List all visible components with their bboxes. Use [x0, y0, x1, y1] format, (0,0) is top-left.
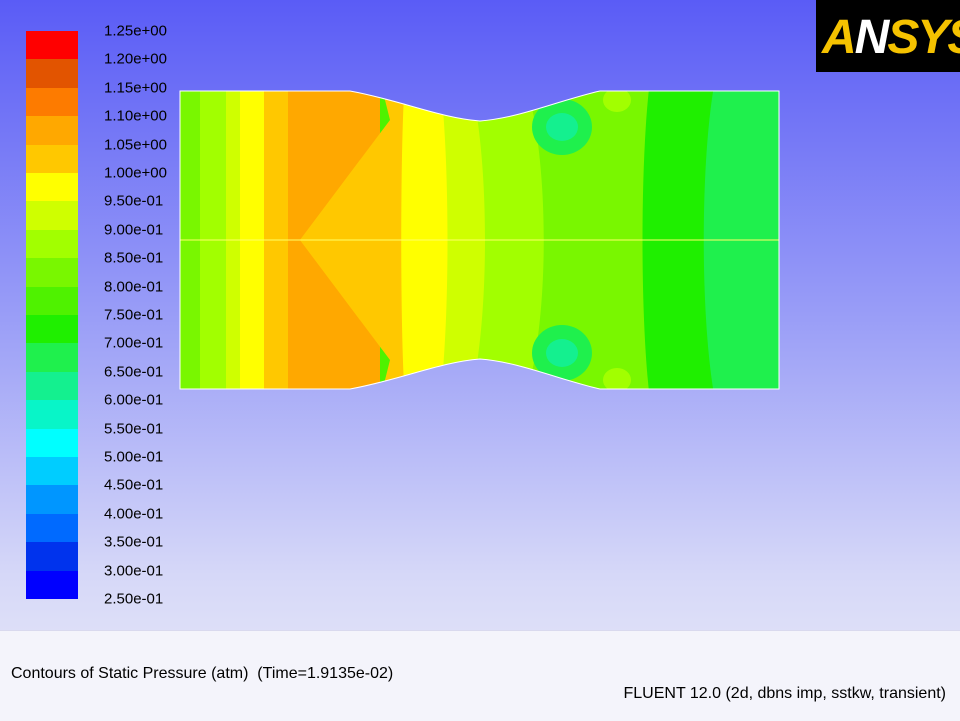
colorbar-tick-label: 3.00e-01 [104, 562, 164, 580]
colorbar-swatch [26, 428, 78, 458]
colorbar-swatch [26, 59, 78, 89]
colorbar-tick-label: 5.00e-01 [104, 448, 164, 466]
colorbar-tick-label: 8.00e-01 [104, 278, 164, 296]
colorbar-swatch [26, 201, 78, 231]
colorbar-swatch [26, 173, 78, 202]
colorbar-swatch [26, 400, 78, 430]
colorbar-swatch [26, 144, 78, 174]
colorbar-tick-label: 1.10e+00 [104, 107, 167, 125]
colorbar-tick-label: 3.50e-01 [104, 533, 164, 551]
colorbar-tick-label: 4.00e-01 [104, 505, 164, 523]
colorbar-swatch [26, 31, 78, 60]
colorbar-tick-label: 6.50e-01 [104, 363, 164, 381]
pressure-contours [180, 91, 779, 389]
colorbar [26, 31, 78, 600]
colorbar-tick-label: 1.20e+00 [104, 50, 167, 68]
colorbar-tick-label: 6.00e-01 [104, 391, 164, 409]
colorbar-swatch [26, 371, 78, 401]
colorbar-tick-label: 1.00e+00 [104, 164, 167, 182]
colorbar-swatch [26, 513, 78, 543]
solver-info: FLUENT 12.0 (2d, dbns imp, sstkw, transi… [623, 685, 947, 702]
colorbar-tick-label: 4.50e-01 [104, 476, 164, 494]
colorbar-swatch [26, 286, 78, 316]
colorbar-swatch [26, 485, 78, 515]
colorbar-swatch [26, 229, 78, 259]
plot-title: Contours of Static Pressure (atm) (Time=… [11, 665, 394, 682]
colorbar-swatch [26, 570, 78, 600]
colorbar-tick-label: 7.00e-01 [104, 334, 164, 352]
colorbar-tick-label: 1.05e+00 [104, 136, 167, 154]
colorbar-tick-label: 8.50e-01 [104, 249, 164, 267]
colorbar-swatch [26, 116, 78, 146]
colorbar-tick-label: 1.25e+00 [104, 22, 167, 40]
ansys-logo: ANSYS [816, 0, 960, 72]
colorbar-swatch [26, 87, 78, 117]
colorbar-swatch [26, 542, 78, 572]
colorbar-swatch [26, 315, 78, 344]
colorbar-tick-label: 2.50e-01 [104, 590, 164, 608]
colorbar-tick-label: 7.50e-01 [104, 306, 164, 324]
colorbar-tick-label: 9.50e-01 [104, 192, 164, 210]
logo-text: ANSYS [822, 11, 960, 64]
colorbar-tick-label: 1.15e+00 [104, 79, 167, 97]
footer-panel: Contours of Static Pressure (atm) (Time=… [0, 630, 960, 721]
colorbar-swatch [26, 343, 78, 373]
colorbar-swatch [26, 258, 78, 288]
colorbar-tick-label: 5.50e-01 [104, 420, 164, 438]
colorbar-tick-label: 9.00e-01 [104, 221, 164, 239]
colorbar-labels: 1.25e+00 1.20e+00 1.15e+00 1.10e+00 1.05e+00… [104, 23, 194, 608]
colorbar-swatch [26, 457, 78, 486]
